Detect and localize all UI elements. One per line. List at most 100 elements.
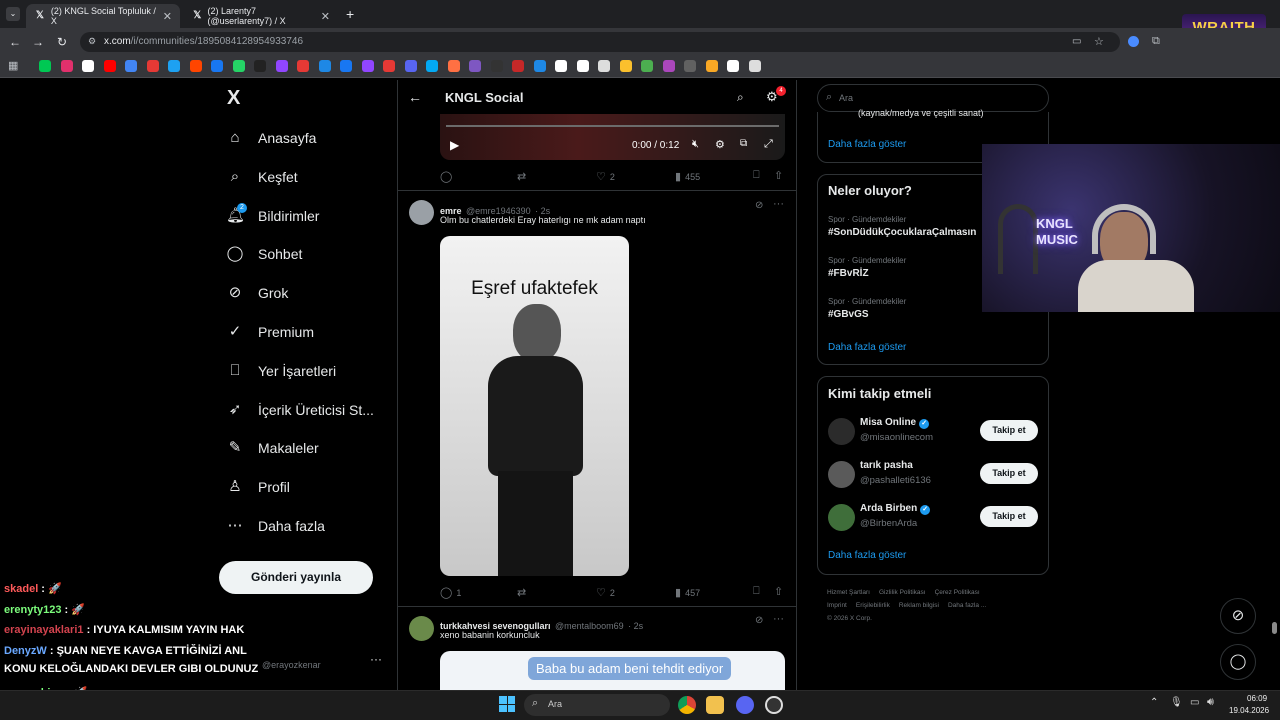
microphone-icon[interactable]: 🎙︎: [1170, 697, 1183, 708]
bookmark-favicon-icon[interactable]: [469, 60, 481, 72]
bookmark-favicon-icon[interactable]: [297, 60, 309, 72]
bookmark-favicon-icon[interactable]: [727, 60, 739, 72]
x-logo[interactable]: X: [227, 87, 240, 110]
follow-handle[interactable]: @pashalleti6136: [860, 475, 931, 486]
back-arrow-icon[interactable]: ←: [408, 89, 422, 105]
play-icon[interactable]: ▶: [450, 138, 459, 152]
volume-icon[interactable]: 🔊︎: [1207, 696, 1214, 709]
sidebar-item-premium[interactable]: ✓ Premium: [226, 317, 314, 347]
bookmark-favicon-icon[interactable]: [168, 60, 180, 72]
avatar[interactable]: [409, 200, 434, 225]
share-button[interactable]: ⇧: [774, 585, 787, 598]
show-more-link[interactable]: Daha fazla göster: [828, 550, 906, 561]
apps-grid-icon[interactable]: ▦: [8, 59, 18, 72]
grok-post-icon[interactable]: ⊘: [755, 200, 763, 211]
bookmark-favicon-icon[interactable]: [576, 60, 589, 72]
network-icon[interactable]: ▭: [1190, 697, 1199, 708]
footer-link[interactable]: Erişilebilirlik: [856, 602, 890, 609]
forward-icon[interactable]: →: [30, 34, 46, 50]
clock-date[interactable]: 19.04.2026: [1229, 706, 1269, 715]
bookmark-favicon-icon[interactable]: [447, 60, 460, 72]
post-button[interactable]: Gönderi yayınla: [219, 561, 373, 594]
sidebar-item-profile[interactable]: ♙ Profil: [226, 472, 290, 502]
bookmark-favicon-icon[interactable]: [533, 60, 546, 72]
follow-name[interactable]: Misa Online ✓: [860, 417, 930, 429]
bookmark-favicon-icon[interactable]: [404, 60, 417, 72]
trend-tag[interactable]: #FBvRİZ: [828, 268, 869, 279]
bookmark-favicon-icon[interactable]: [254, 60, 266, 72]
repost-button[interactable]: ⇄: [517, 586, 530, 599]
reply-button[interactable]: ◯: [440, 170, 456, 183]
bookmark-favicon-icon[interactable]: [60, 60, 73, 72]
post-more-icon[interactable]: ···: [773, 613, 784, 625]
sidebar-item-bell[interactable]: 🔔︎ 2 Bildirimler: [226, 201, 319, 231]
pip-icon[interactable]: ⧉: [740, 138, 747, 149]
account-more-icon[interactable]: ···: [370, 652, 382, 666]
fullscreen-icon[interactable]: ⤢: [764, 138, 773, 151]
follow-handle[interactable]: @BirbenArda: [860, 518, 917, 529]
messages-float-button[interactable]: ◯: [1220, 644, 1256, 680]
page-scrollbar[interactable]: [1272, 622, 1277, 634]
views-button[interactable]: ▮ 457: [675, 586, 700, 599]
grok-post-icon[interactable]: ⊘: [755, 615, 763, 626]
bookmark-favicon-icon[interactable]: [705, 60, 718, 72]
trend-tag[interactable]: #GBvGS: [828, 309, 869, 320]
bookmark-favicon-icon[interactable]: [748, 60, 761, 72]
like-button[interactable]: ♡ 2: [596, 170, 615, 183]
bookmark-favicon-icon[interactable]: [318, 60, 331, 72]
footer-link[interactable]: Gizlilik Politikası: [879, 589, 926, 596]
video-player[interactable]: ▶ 0:00 / 0:12 🔇︎ ⚙ ⧉ ⤢: [440, 114, 785, 160]
tab-larenty7[interactable]: 𝕏 (2) Larenty7 (@userlarenty7) / X ✕: [184, 4, 338, 28]
close-tab-icon[interactable]: ✕: [321, 10, 330, 23]
trend-tag[interactable]: #SonDüdükÇocuklaraÇalmasın: [828, 227, 976, 238]
back-icon[interactable]: ←: [7, 34, 23, 50]
tray-chevron-icon[interactable]: ⌃: [1150, 697, 1158, 708]
bookmark-favicon-icon[interactable]: [555, 60, 567, 72]
taskbar-search[interactable]: [524, 694, 670, 716]
bookmark-favicon-icon[interactable]: [383, 60, 395, 72]
file-explorer-icon[interactable]: [706, 696, 724, 714]
sidebar-item-grok[interactable]: ⊘ Grok: [226, 278, 289, 308]
share-button[interactable]: ⇧: [774, 169, 787, 182]
footer-link[interactable]: Reklam bilgisi: [899, 602, 939, 609]
bookmark-favicon-icon[interactable]: [598, 60, 610, 72]
footer-link[interactable]: Çerez Politikası: [935, 589, 980, 596]
footer-link[interactable]: Hizmet Şartları: [827, 589, 870, 596]
bookmark-favicon-icon[interactable]: [361, 60, 374, 72]
follow-name[interactable]: tarık pasha: [860, 460, 913, 471]
sidebar-item-rocket[interactable]: ➶ İçerik Üreticisi St...: [226, 395, 374, 425]
discord-icon[interactable]: [736, 696, 754, 714]
sidebar-item-search[interactable]: ⌕ Keşfet: [226, 162, 298, 192]
search-icon[interactable]: ⌕: [737, 90, 744, 105]
bookmark-favicon-icon[interactable]: [146, 60, 159, 72]
avatar[interactable]: [828, 418, 855, 445]
bookmark-favicon-icon[interactable]: [426, 60, 438, 72]
bookmark-favicon-icon[interactable]: [619, 60, 632, 72]
repost-button[interactable]: ⇄: [517, 170, 530, 183]
views-button[interactable]: ▮ 455: [675, 170, 700, 183]
bookmark-favicon-icon[interactable]: [189, 60, 202, 72]
tab-list-button[interactable]: ⌄: [6, 7, 20, 21]
tab-kngl-social[interactable]: 𝕏 (2) KNGL Social Topluluk / X ✕: [26, 4, 180, 28]
follow-button[interactable]: Takip et: [980, 506, 1038, 527]
bookmark-favicon-icon[interactable]: [641, 60, 653, 72]
bookmark-favicon-icon[interactable]: [39, 60, 51, 72]
post-image[interactable]: Baba bu adam beni tehdit ediyor: [440, 651, 785, 690]
account-handle[interactable]: @erayozkenar: [262, 660, 321, 670]
app-taskbar-icon[interactable]: [765, 696, 783, 714]
like-button[interactable]: ♡ 2: [596, 586, 615, 599]
sidebar-item-article[interactable]: ✎ Makaleler: [226, 433, 319, 463]
sidebar-item-bookmark[interactable]: ⎕ Yer İşaretleri: [226, 356, 336, 386]
bookmark-favicon-icon[interactable]: [82, 60, 94, 72]
sidebar-item-chat[interactable]: ◯ Sohbet: [226, 239, 303, 269]
clock-time[interactable]: 06:09: [1247, 694, 1267, 703]
bookmark-favicon-icon[interactable]: [232, 60, 245, 72]
post-time[interactable]: · 2s: [628, 621, 643, 631]
bookmark-favicon-icon[interactable]: [490, 60, 503, 72]
post-author-handle[interactable]: @mentalboom69: [555, 621, 624, 631]
extensions-puzzle-icon[interactable]: ⧉: [1152, 35, 1160, 48]
follow-button[interactable]: Takip et: [980, 463, 1038, 484]
chrome-taskbar-icon[interactable]: [678, 696, 696, 714]
bookmark-button[interactable]: ⎕: [753, 169, 764, 182]
show-more-link[interactable]: Daha fazla göster: [828, 139, 906, 150]
